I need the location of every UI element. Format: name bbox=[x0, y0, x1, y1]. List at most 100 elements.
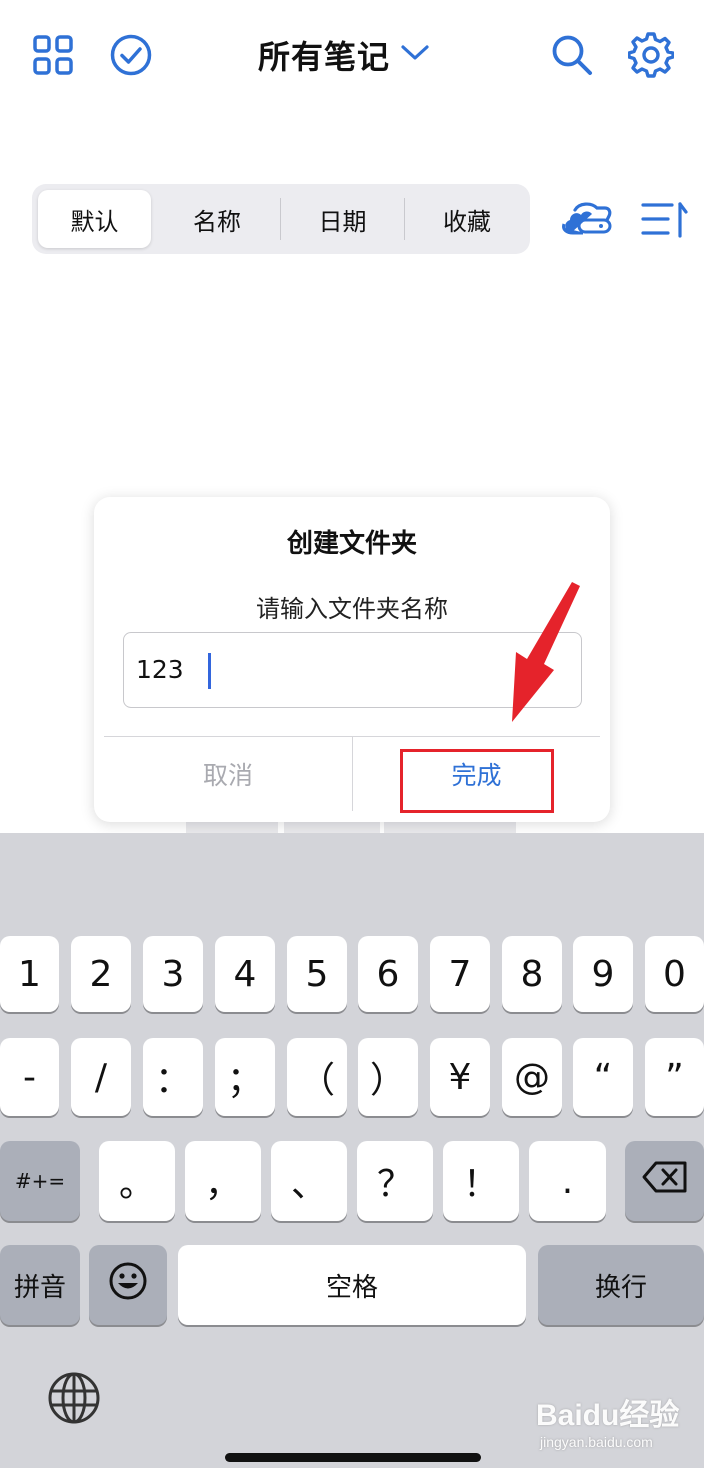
watermark-text: Baidu经验 bbox=[536, 1399, 680, 1432]
sort-tab-name[interactable]: 名称 bbox=[156, 190, 278, 248]
key-label: 0 bbox=[663, 953, 686, 995]
search-icon[interactable] bbox=[548, 31, 596, 79]
sort-order-icon[interactable] bbox=[638, 198, 692, 240]
key-left-paren[interactable]: （ bbox=[287, 1038, 347, 1116]
key-label: （ bbox=[298, 1060, 335, 1101]
key-label: 1 bbox=[18, 953, 41, 995]
key-9[interactable]: 9 bbox=[573, 936, 633, 1012]
key-label: 。 bbox=[118, 1164, 155, 1205]
sort-tab-favorites[interactable]: 收藏 bbox=[406, 190, 528, 248]
key-1[interactable]: 1 bbox=[0, 936, 59, 1012]
background-key-edge bbox=[384, 821, 516, 833]
backspace-icon bbox=[642, 1161, 688, 1202]
key-right-quote[interactable]: ” bbox=[645, 1038, 704, 1116]
gear-icon[interactable] bbox=[626, 30, 676, 80]
key-label: 9 bbox=[591, 953, 615, 995]
return-key[interactable]: 换行 bbox=[538, 1245, 704, 1325]
watermark-url: jingyan.baidu.com bbox=[540, 1434, 653, 1450]
chevron-down-icon bbox=[400, 43, 430, 67]
dialog-title: 创建文件夹 bbox=[286, 529, 417, 559]
key-enumeration-comma[interactable]: 、 bbox=[271, 1141, 347, 1221]
key-8[interactable]: 8 bbox=[502, 936, 562, 1012]
key-yen[interactable]: ¥ bbox=[430, 1038, 490, 1116]
key-at[interactable]: @ bbox=[502, 1038, 562, 1116]
key-label: ！ bbox=[462, 1164, 499, 1205]
key-label: 6 bbox=[376, 953, 400, 995]
globe-icon[interactable] bbox=[46, 1370, 102, 1430]
key-label: 空格 bbox=[325, 1272, 378, 1303]
key-label: 2 bbox=[89, 953, 113, 995]
key-label: - bbox=[23, 1056, 36, 1098]
sort-tab-label: 日期 bbox=[318, 207, 367, 236]
folder-name-value: 123 bbox=[136, 655, 184, 684]
key-period[interactable]: . bbox=[529, 1141, 606, 1221]
page-title: 所有笔记 bbox=[258, 38, 391, 76]
key-label: ： bbox=[154, 1060, 191, 1101]
emoji-icon bbox=[108, 1261, 148, 1310]
key-hyphen[interactable]: - bbox=[0, 1038, 59, 1116]
keyboard: 1 2 3 4 5 6 7 8 9 0 - / ： ； （ ） ¥ @ “ ” … bbox=[0, 833, 704, 1468]
key-label: #+= bbox=[14, 1169, 66, 1193]
key-label: ¥ bbox=[448, 1056, 472, 1098]
grid-icon[interactable] bbox=[30, 32, 76, 78]
text-cursor bbox=[208, 653, 211, 689]
emoji-key[interactable] bbox=[89, 1245, 167, 1325]
cancel-label: 取消 bbox=[202, 761, 253, 790]
check-circle-icon[interactable] bbox=[108, 32, 154, 78]
backspace-key[interactable] bbox=[625, 1141, 704, 1221]
key-6[interactable]: 6 bbox=[358, 936, 418, 1012]
key-label: “ bbox=[593, 1056, 613, 1098]
key-semicolon[interactable]: ； bbox=[215, 1038, 275, 1116]
background-key-edge bbox=[186, 821, 278, 833]
key-label: ， bbox=[204, 1164, 241, 1205]
background-key-edge bbox=[284, 821, 380, 833]
divider bbox=[280, 198, 281, 240]
key-0[interactable]: 0 bbox=[645, 936, 704, 1012]
key-question[interactable]: ？ bbox=[357, 1141, 433, 1221]
top-nav-bar: 所有笔记 bbox=[0, 0, 704, 110]
key-label: 7 bbox=[448, 953, 472, 995]
sort-tab-label: 名称 bbox=[193, 207, 241, 236]
annotation-arrow-icon bbox=[500, 582, 584, 728]
space-key[interactable]: 空格 bbox=[178, 1245, 526, 1325]
sort-segmented-control: 默认 名称 日期 收藏 bbox=[32, 184, 530, 254]
key-label: / bbox=[94, 1056, 108, 1098]
key-slash[interactable]: / bbox=[71, 1038, 131, 1116]
key-label: . bbox=[561, 1160, 574, 1202]
key-label: ” bbox=[665, 1056, 684, 1098]
home-indicator[interactable] bbox=[225, 1453, 481, 1462]
key-label: ） bbox=[369, 1060, 406, 1101]
key-5[interactable]: 5 bbox=[287, 936, 347, 1012]
sort-tab-label: 收藏 bbox=[443, 207, 491, 236]
pinyin-key[interactable]: 拼音 bbox=[0, 1245, 80, 1325]
key-label: 换行 bbox=[594, 1272, 647, 1303]
baidu-watermark-logo: Baidu经验 jingyan.baidu.com bbox=[536, 1386, 696, 1456]
key-exclamation[interactable]: ！ bbox=[443, 1141, 519, 1221]
key-label: 8 bbox=[520, 953, 544, 995]
sort-tab-default[interactable]: 默认 bbox=[38, 190, 151, 248]
cancel-button[interactable]: 取消 bbox=[104, 737, 352, 811]
key-label: 、 bbox=[290, 1164, 327, 1205]
cloud-sync-icon[interactable] bbox=[560, 196, 614, 240]
key-colon[interactable]: ： bbox=[143, 1038, 203, 1116]
key-label: ； bbox=[226, 1060, 263, 1101]
key-label: 3 bbox=[161, 953, 185, 995]
sort-tab-label: 默认 bbox=[70, 207, 119, 236]
divider bbox=[404, 198, 405, 240]
key-7[interactable]: 7 bbox=[430, 936, 490, 1012]
key-comma[interactable]: ， bbox=[185, 1141, 261, 1221]
key-3[interactable]: 3 bbox=[143, 936, 203, 1012]
sort-tab-date[interactable]: 日期 bbox=[282, 190, 403, 248]
key-label: 拼音 bbox=[13, 1272, 66, 1303]
folder-selector[interactable]: 所有笔记 bbox=[258, 30, 430, 80]
key-left-quote[interactable]: “ bbox=[573, 1038, 633, 1116]
key-4[interactable]: 4 bbox=[215, 936, 275, 1012]
annotation-highlight-box bbox=[400, 749, 554, 813]
key-2[interactable]: 2 bbox=[71, 936, 131, 1012]
key-more-symbols[interactable]: #+= bbox=[0, 1141, 80, 1221]
key-full-stop[interactable]: 。 bbox=[99, 1141, 175, 1221]
key-label: 5 bbox=[305, 953, 329, 995]
key-right-paren[interactable]: ） bbox=[358, 1038, 418, 1116]
key-label: ？ bbox=[376, 1164, 413, 1205]
key-label: @ bbox=[514, 1056, 550, 1098]
